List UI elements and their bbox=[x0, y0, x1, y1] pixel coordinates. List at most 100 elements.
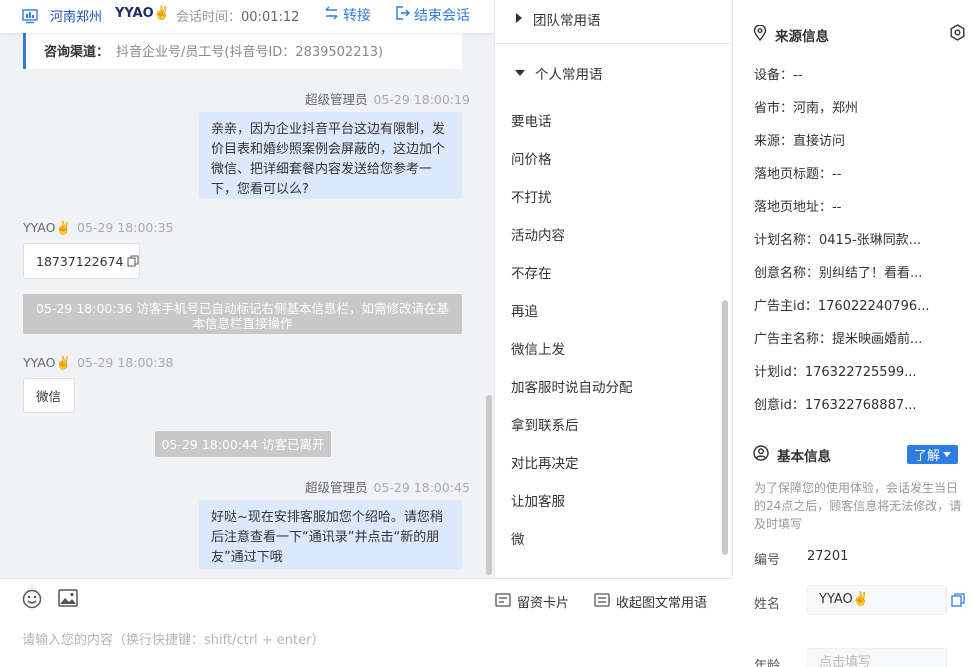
leave-card-label: 留资卡片 bbox=[517, 596, 570, 611]
sender-name: 超级管理员 bbox=[305, 92, 368, 107]
visitor-name: YYAO✌️ bbox=[115, 6, 170, 21]
phrase-item[interactable]: 让加客服 bbox=[511, 490, 565, 510]
message-meta: 超级管理员 05-29 18:00:19 bbox=[305, 89, 470, 108]
visitor-message-bubble: 18737122674 bbox=[23, 243, 140, 279]
agent-message-bubble: 亲亲，因为企业抖音平台这边有限制，发价目表和婚纱照案例会屏蔽的，这边加个微信、把… bbox=[199, 112, 462, 199]
message-icon bbox=[594, 592, 610, 611]
visitor-phone-text: 18737122674 bbox=[36, 253, 124, 269]
source-device: 设备：-- bbox=[754, 68, 803, 83]
copy-icon[interactable] bbox=[951, 593, 965, 611]
phrase-item[interactable]: 不打扰 bbox=[511, 186, 552, 206]
system-message: 05-29 18:00:44 访客已离开 bbox=[155, 431, 331, 457]
phrase-item[interactable]: 不存在 bbox=[511, 262, 552, 282]
phrase-item[interactable]: 活动内容 bbox=[511, 224, 565, 244]
group-team-phrases[interactable]: 团队常用语 bbox=[515, 9, 601, 29]
agent-message-bubble: 好哒~现在安排客服加您个绍哈。请您稍后注意查看一下“通讯录”并点击“新的朋友”通… bbox=[199, 500, 462, 569]
phrase-item[interactable]: 再追 bbox=[511, 300, 538, 320]
chat-panel: 超级管理员 05-29 18:00:19 亲亲，因为企业抖音平台这边有限制，发价目… bbox=[0, 0, 494, 578]
channel-value: 抖音企业号/员工号(抖音号ID：2839502213) bbox=[116, 45, 384, 60]
end-session-button[interactable]: 结束会话 bbox=[396, 5, 470, 25]
session-time-value: 00:01:12 bbox=[241, 10, 300, 25]
image-button[interactable] bbox=[58, 589, 78, 611]
phrase-item[interactable]: 微信上发 bbox=[511, 338, 565, 358]
transfer-label: 转接 bbox=[343, 8, 371, 24]
location-pin-icon bbox=[753, 24, 767, 45]
phrase-item[interactable]: 问价格 bbox=[511, 148, 552, 168]
name-field[interactable]: YYAO✌️ bbox=[807, 585, 947, 615]
chat-header: 河南郑州 YYAO✌️ 会话时间：00:01:12 转接 结束会话 bbox=[0, 0, 494, 33]
section-title: 来源信息 bbox=[775, 29, 829, 45]
settings-icon[interactable] bbox=[949, 24, 966, 45]
chat-scrollbar[interactable] bbox=[486, 395, 492, 575]
visitor-location: 河南郑州 bbox=[50, 10, 103, 25]
copy-icon[interactable] bbox=[127, 255, 139, 267]
user-circle-icon bbox=[753, 445, 769, 465]
source-origin: 来源：直接访问 bbox=[754, 134, 846, 149]
phrase-item[interactable]: 要电话 bbox=[511, 110, 552, 130]
group-label: 个人常用语 bbox=[535, 67, 603, 83]
transfer-icon bbox=[324, 6, 339, 24]
visitor-message-text: 微信 bbox=[36, 389, 62, 404]
image-icon bbox=[58, 589, 78, 611]
transfer-button[interactable]: 转接 bbox=[324, 5, 371, 25]
caret-down-icon bbox=[515, 65, 525, 81]
session-time: 会话时间：00:01:12 bbox=[176, 6, 299, 25]
message-meta: YYAO✌️ 05-29 18:00:35 bbox=[23, 220, 173, 236]
phrase-item[interactable]: 拿到联系后 bbox=[511, 414, 579, 434]
message-time: 05-29 18:00:19 bbox=[373, 92, 470, 107]
section-title: 基本信息 bbox=[777, 449, 831, 465]
source-landing-url: 落地页地址：-- bbox=[754, 200, 842, 215]
source-landing-title: 落地页标题：-- bbox=[754, 167, 842, 182]
sender-name: YYAO✌️ bbox=[23, 355, 72, 370]
learn-more-label: 了解 bbox=[913, 449, 940, 464]
message-meta: 超级管理员 05-29 18:00:45 bbox=[305, 477, 470, 496]
leave-card-button[interactable]: 留资卡片 bbox=[495, 592, 569, 611]
visitor-message-bubble: 微信 bbox=[23, 378, 75, 413]
source-creative-id: 创意id：176322768887... bbox=[754, 398, 917, 413]
end-session-label: 结束会话 bbox=[414, 8, 470, 24]
source-advertiser-name: 广告主名称：提米映画婚前... bbox=[754, 332, 923, 347]
source-advertiser-id: 广告主id：176022240796... bbox=[754, 299, 930, 314]
source-plan-id: 计划id：176322725599... bbox=[754, 365, 917, 380]
group-personal-phrases[interactable]: 个人常用语 bbox=[515, 63, 603, 83]
phrase-item[interactable]: 加客服时说自动分配 bbox=[511, 376, 633, 396]
card-icon bbox=[495, 592, 511, 611]
message-input[interactable]: 请输入您的内容（换行快捷键：shift/ctrl + enter） bbox=[22, 629, 325, 648]
message-time: 05-29 18:00:35 bbox=[77, 220, 174, 235]
age-field[interactable]: 点击填写 bbox=[807, 648, 947, 667]
divider bbox=[495, 43, 732, 44]
basic-info-header: 基本信息 bbox=[753, 445, 831, 465]
message-time: 05-29 18:00:38 bbox=[77, 355, 174, 370]
phrases-scrollbar[interactable] bbox=[722, 300, 728, 555]
learn-more-button[interactable]: 了解 bbox=[907, 445, 958, 464]
source-creative-name: 创意名称：别纠结了！看看... bbox=[754, 266, 923, 281]
visitor-info-panel: 来源信息 设备：-- 省市：河南，郑州 来源：直接访问 落地页标题：-- 落地页… bbox=[733, 0, 972, 667]
number-label: 编号 bbox=[754, 553, 781, 568]
source-info-header: 来源信息 bbox=[753, 24, 829, 45]
emoji-icon bbox=[22, 589, 42, 613]
name-label: 姓名 bbox=[754, 597, 781, 612]
source-plan-name: 计划名称：0415-张琳同款... bbox=[754, 233, 922, 248]
emoji-button[interactable] bbox=[22, 589, 42, 613]
collapse-phrases-label: 收起图文常用语 bbox=[616, 596, 708, 611]
exit-icon bbox=[396, 6, 410, 24]
message-time: 05-29 18:00:45 bbox=[373, 480, 470, 495]
channel-label: 咨询渠道： bbox=[44, 45, 110, 60]
input-area: 留资卡片 收起图文常用语 请输入您的内容（换行快捷键：shift/ctrl + … bbox=[0, 578, 733, 667]
caret-right-icon bbox=[515, 11, 523, 27]
system-message: 05-29 18:00:36 访客手机号已自动标记右侧基本信息栏，如需修改请在基… bbox=[23, 294, 462, 334]
source-region: 省市：河南，郑州 bbox=[754, 101, 859, 116]
sender-name: YYAO✌️ bbox=[23, 220, 72, 235]
phrase-item[interactable]: 对比再决定 bbox=[511, 452, 579, 472]
collapse-phrases-button[interactable]: 收起图文常用语 bbox=[594, 592, 707, 611]
group-label: 团队常用语 bbox=[533, 13, 601, 29]
session-time-label: 会话时间： bbox=[176, 10, 242, 25]
sender-name: 超级管理员 bbox=[305, 480, 368, 495]
monitor-icon bbox=[22, 8, 38, 24]
channel-card: 咨询渠道： 抖音企业号/员工号(抖音号ID：2839502213) bbox=[23, 33, 462, 69]
message-meta: YYAO✌️ 05-29 18:00:38 bbox=[23, 355, 173, 371]
number-value: 27201 bbox=[807, 549, 849, 564]
phrase-item[interactable]: 微 bbox=[511, 528, 525, 548]
basic-info-notice: 为了保障您的使用体验，会话发生当日的24点之后，顾客信息将无法修改，请及时填写 bbox=[754, 481, 962, 531]
caret-down-icon bbox=[943, 447, 951, 462]
